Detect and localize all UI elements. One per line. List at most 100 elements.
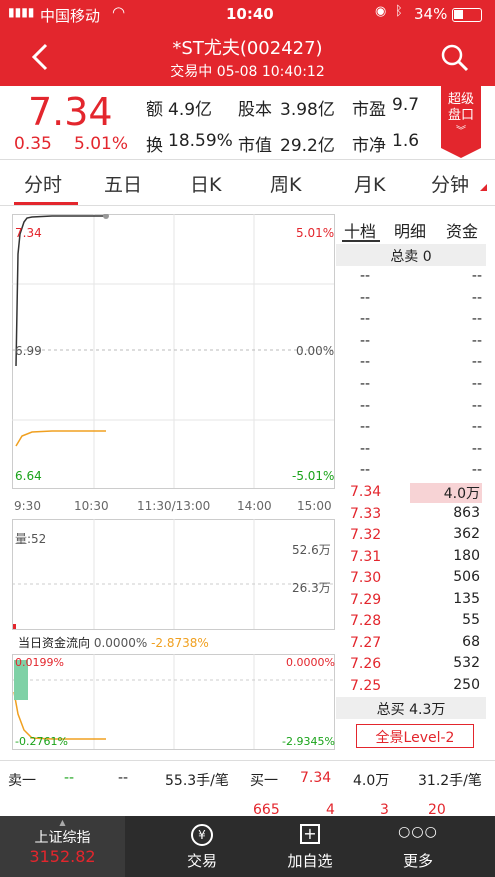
add-watchlist-label: 加自选: [287, 852, 333, 870]
amount-value: 4.9亿: [168, 100, 213, 120]
bid-price: 7.30: [350, 570, 382, 586]
chevron-down-icon: ︾: [456, 126, 466, 137]
bid-price: 7.26: [350, 656, 382, 672]
nav-bar: *ST尤夫(002427) 交易中 05-08 10:40:12: [0, 30, 495, 86]
shares-value: 3.98亿: [280, 100, 335, 120]
bid-volume: 250: [453, 676, 480, 693]
tab-details[interactable]: 明细: [394, 218, 426, 242]
super-label-2: 盘口: [447, 108, 474, 123]
more-dots-icon: ○○○: [398, 824, 438, 840]
super-label-1: 超级: [447, 92, 474, 107]
ask-volume: --: [471, 311, 482, 328]
flow-bottom-left-label: -0.2761%: [15, 735, 68, 748]
bid-row: 7.27 68: [336, 633, 486, 655]
trade-button[interactable]: ¥ 交易: [160, 824, 244, 871]
tab-funds[interactable]: 资金: [446, 218, 478, 242]
yen-icon: ¥: [191, 824, 213, 846]
battery-icon: [452, 8, 482, 22]
ask-row: -- --: [336, 266, 486, 288]
tab-month-k[interactable]: 月K: [354, 170, 385, 197]
ask-price: --: [360, 268, 371, 284]
bid-price: 7.29: [350, 591, 382, 608]
ask-price: --: [360, 375, 371, 392]
chevron-up-icon: ▲: [59, 818, 66, 827]
ask-row: -- --: [336, 331, 486, 353]
ask-levels: -- -- -- -- -- -- -- -- -- -- -- -- -- -- -- -- -- -- -- --: [336, 266, 486, 482]
price-lines: [13, 214, 109, 740]
avg-line: [15, 430, 106, 447]
trade-label: 交易: [186, 852, 217, 870]
current-price: 7.34: [28, 90, 113, 134]
tab-five-day[interactable]: 五日: [104, 170, 142, 197]
trade-ticks-row: 665 4 3 20: [0, 796, 495, 818]
best-quote-row: 卖一 -- -- 55.3手/笔 买一 7.34 4.0万 31.2手/笔: [0, 760, 495, 796]
time-label-1130: 11:30/13:00: [137, 499, 211, 513]
order-book: 十档 明细 资金 总卖 0 -- -- -- -- -- -- -- -- -- -- -- -- --…: [336, 214, 486, 750]
battery-percent: 34%: [414, 5, 448, 23]
tab-minute[interactable]: 分时: [24, 170, 62, 197]
bottom-toolbar: ▲ 上证综指 3152.82 ¥ 交易 + 加自选 ○○○ 更多: [0, 816, 495, 877]
price-endpoint: [103, 214, 109, 219]
mktcap-label: 市值: [238, 136, 272, 156]
time-label-1030: 10:30: [74, 499, 109, 513]
bid-price: 7.28: [350, 613, 382, 629]
bid-volume: 362: [453, 526, 480, 542]
total-sell: 总卖 0: [336, 244, 486, 266]
book-tabs: 十档 明细 资金: [336, 214, 486, 242]
ask-row: -- --: [336, 439, 486, 461]
flow-top-right-label: 0.0000%: [286, 656, 335, 669]
bid-price: 7.31: [350, 548, 382, 565]
amount-label: 额: [146, 100, 163, 120]
bid-levels: 7.34 4.0万 7.33 863 7.32 362 7.31 180 7.30 506 7.29…: [336, 482, 486, 697]
time-label-1400: 14:00: [237, 499, 272, 513]
price-low-label: 6.64: [15, 469, 42, 483]
more-button[interactable]: ○○○ 更多: [376, 824, 460, 871]
fund-flow-title-bar: 当日资金流向 0.0000% -2.8738%: [12, 631, 335, 653]
ask-volume: --: [471, 375, 482, 392]
tab-dropdown-icon: [480, 184, 487, 191]
bid-volume: 135: [453, 590, 480, 607]
trade-status: 交易中 05-08 10:40:12: [170, 64, 325, 80]
price-change-pct: 5.01%: [74, 134, 129, 154]
volume-mid-label: 26.3万: [292, 581, 331, 595]
ask-price: --: [360, 419, 371, 436]
search-icon[interactable]: [440, 43, 470, 73]
index-ticker[interactable]: ▲ 上证综指 3152.82: [0, 816, 125, 877]
clock: 10:40: [226, 5, 274, 23]
lock-rotation-icon: ◉: [375, 4, 387, 19]
super-orderbook-button[interactable]: 超级 盘口 ︾: [441, 86, 481, 148]
tab-week-k[interactable]: 周K: [270, 170, 301, 197]
turnover-value: 18.59%: [168, 131, 233, 151]
bid-row: 7.33 863: [336, 504, 486, 526]
tab-day-k[interactable]: 日K: [190, 170, 221, 197]
time-label-0930: 9:30: [14, 499, 41, 513]
plus-icon: +: [300, 824, 320, 844]
tab-ten-levels[interactable]: 十档: [344, 218, 376, 242]
ask-row: -- --: [336, 374, 486, 396]
more-label: 更多: [402, 852, 433, 870]
bid-row: 7.26 532: [336, 654, 486, 676]
ask-volume: --: [471, 354, 482, 371]
wifi-icon: ◠: [112, 3, 126, 21]
total-buy: 总买 4.3万: [336, 697, 486, 719]
bid-row: 7.34 4.0万: [336, 482, 486, 504]
stock-title: *ST尤夫(002427): [172, 38, 323, 59]
ask-price: --: [360, 440, 371, 457]
index-name: 上证综指: [34, 830, 91, 846]
bid-volume: 55: [462, 612, 480, 628]
tab-minute-k[interactable]: 分钟: [431, 170, 469, 197]
ask-volume: --: [471, 397, 482, 414]
bid-price: 7.27: [350, 634, 382, 651]
add-watchlist-button[interactable]: + 加自选: [268, 824, 352, 871]
ask-row: -- --: [336, 309, 486, 331]
sell-avg: 55.3手/笔: [165, 773, 229, 789]
intraday-chart[interactable]: 7.34 6.99 6.64 5.01% 0.00% -5.01% 9:30 1…: [12, 214, 335, 750]
level2-button[interactable]: 全景Level-2: [356, 724, 474, 748]
ask-volume: --: [471, 268, 482, 284]
fund-flow-value-1: 0.0000%: [93, 636, 148, 650]
pct-low-label: -5.01%: [292, 469, 335, 483]
mktcap-value: 29.2亿: [280, 136, 335, 156]
pe-label: 市盈: [352, 100, 386, 120]
ask-volume: --: [471, 462, 482, 479]
ask-volume: --: [471, 419, 482, 436]
